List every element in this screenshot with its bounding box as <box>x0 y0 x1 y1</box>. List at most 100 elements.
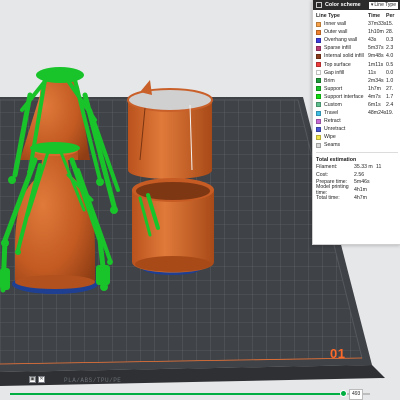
legend-row-percent: 28. <box>386 29 394 36</box>
legend-row-name: Support interface <box>324 93 364 100</box>
legend-swatch <box>316 37 321 43</box>
legend-swatch <box>316 45 321 51</box>
legend-table-head: Line Type Time Per <box>313 10 400 20</box>
legend-row[interactable]: Internal solid infill 9m48s 4.0 <box>313 52 400 60</box>
legend-row-time: 37m33s <box>368 21 387 28</box>
plate-settings-icon[interactable]: ▣ <box>29 376 36 383</box>
legend-swatch <box>316 70 321 76</box>
legend-extra-row[interactable]: Seams <box>313 141 400 149</box>
legend-swatch <box>316 126 321 132</box>
plate-lock-icon[interactable]: ✕ <box>38 376 45 383</box>
estimation-key: Cost: <box>316 171 329 178</box>
legend-title: Color scheme <box>325 2 361 8</box>
estimation-value: 2.56 <box>354 171 365 178</box>
estimation-row: Filament: 35.33 m 11 <box>313 164 400 172</box>
legend-row[interactable]: Support 1h7m 27. <box>313 85 400 93</box>
cylinder-back <box>127 80 213 179</box>
column-line-type: Line Type <box>316 13 340 19</box>
estimation-row: Total time: 4h7m <box>313 194 400 202</box>
legend-row-time: 1h10m <box>368 29 384 36</box>
legend-row-percent: 19. <box>386 110 394 117</box>
plate-filament-label: PLA/ABS/TPU/PE <box>64 377 122 384</box>
legend-swatch <box>316 53 321 59</box>
view-type-dropdown[interactable]: ▾ Line Type <box>368 1 398 9</box>
estimation-value: 35.33 m <box>354 164 373 171</box>
estimation-key: Total time: <box>316 194 340 201</box>
estimation-extra: 11 <box>376 164 382 171</box>
legend-row[interactable]: Support interface 4m7s 1.7 <box>313 93 400 101</box>
legend-row[interactable]: Overhang wall 43s 0.3 <box>313 36 400 44</box>
legend-swatch <box>316 29 321 35</box>
legend-row-time: 5m37s <box>368 45 384 52</box>
legend-swatch <box>316 86 321 92</box>
legend-row-time: 1h7m <box>368 85 381 92</box>
legend-row-percent: 2.3 <box>386 45 394 52</box>
layer-slider[interactable]: 493 <box>0 388 400 400</box>
chevron-down-icon: ▾ <box>370 2 374 8</box>
plate-toolbar: ▣ ✕ <box>29 376 45 383</box>
estimation-rows: Filament: 35.33 m 11 Cost: 2.56 Prepare time:… <box>313 164 400 202</box>
legend-row-name: Gap infill <box>324 69 345 76</box>
color-scheme-panel: Color scheme ▾ Line Type Line Type Time … <box>312 0 400 245</box>
legend-row-percent: 1.0 <box>386 77 394 84</box>
legend-row[interactable]: Custom 6m1s 2.4 <box>313 101 400 109</box>
legend-row-time: 48m24s <box>368 110 387 117</box>
legend-extras: Retract Unretract Wipe Seams <box>313 117 400 149</box>
legend-row-time: 4m7s <box>368 93 381 100</box>
legend-extra-row[interactable]: Wipe <box>313 133 400 141</box>
legend-row-name: Outer wall <box>324 29 348 36</box>
slider-track <box>10 393 342 395</box>
legend-row-time: 9m48s <box>368 53 384 60</box>
legend-row-name: Internal solid infill <box>324 53 364 60</box>
legend-row[interactable]: Outer wall 1h10m 28. <box>313 28 400 36</box>
legend-swatch <box>316 94 321 100</box>
plate-number: 01 <box>330 346 346 361</box>
legend-row-percent: 27. <box>386 85 394 92</box>
estimation-value: 4h1m <box>354 187 367 194</box>
legend-row-time: 11s <box>368 69 376 76</box>
legend-row[interactable]: Inner wall 37m33s 15. <box>313 20 400 28</box>
legend-row-percent: 0.3 <box>386 37 394 44</box>
legend-row-name: Inner wall <box>324 21 347 28</box>
column-percent: Per <box>386 13 395 19</box>
legend-header: Color scheme ▾ Line Type <box>313 0 400 10</box>
estimation-key: Filament: <box>316 164 338 171</box>
legend-extra-name: Seams <box>324 142 341 149</box>
legend-rows: Inner wall 37m33s 15. Outer wall 1h10m 28. Ove… <box>313 20 400 117</box>
legend-row[interactable]: Gap infill 11s 0.0 <box>313 69 400 77</box>
legend-row-name: Overhang wall <box>324 37 358 44</box>
legend-swatch <box>316 118 321 124</box>
legend-divider <box>316 151 398 153</box>
legend-row[interactable]: Brim 2m34s 1.0 <box>313 77 400 85</box>
legend-swatch <box>316 21 321 27</box>
estimation-row: Cost: 2.56 <box>313 171 400 179</box>
legend-row-time: 6m1s <box>368 101 381 108</box>
legend-swatch <box>316 110 321 116</box>
legend-row-name: Travel <box>324 110 339 117</box>
legend-swatch <box>316 78 321 84</box>
legend-row-time: 2m34s <box>368 77 384 84</box>
column-time: Time <box>368 13 381 19</box>
legend-row[interactable]: Travel 48m24s 19. <box>313 109 400 117</box>
legend-swatch <box>316 142 321 148</box>
legend-row-name: Brim <box>324 77 335 84</box>
legend-row-name: Sparse infill <box>324 45 351 52</box>
legend-row-time: 1m11s <box>368 61 384 68</box>
legend-row[interactable]: Sparse infill 5m37s 2.3 <box>313 44 400 52</box>
legend-row-percent: 2.4 <box>386 101 394 108</box>
collapse-icon[interactable] <box>316 2 322 8</box>
view-type-value: Line Type <box>374 2 396 8</box>
slider-handle[interactable] <box>340 390 347 397</box>
legend-row[interactable]: Top surface 1m11s 0.5 <box>313 60 400 68</box>
legend-extra-row[interactable]: Unretract <box>313 125 400 133</box>
estimation-value: 4h7m <box>354 194 367 201</box>
legend-row-name: Top surface <box>324 61 351 68</box>
legend-extra-row[interactable]: Retract <box>313 117 400 125</box>
slider-value: 493 <box>349 389 364 400</box>
legend-swatch <box>316 62 321 68</box>
legend-row-percent: 1.7 <box>386 93 394 100</box>
legend-row-percent: 15. <box>386 21 394 28</box>
legend-extra-name: Retract <box>324 118 341 125</box>
legend-extra-name: Wipe <box>324 134 336 141</box>
legend-row-percent: 0.5 <box>386 61 394 68</box>
